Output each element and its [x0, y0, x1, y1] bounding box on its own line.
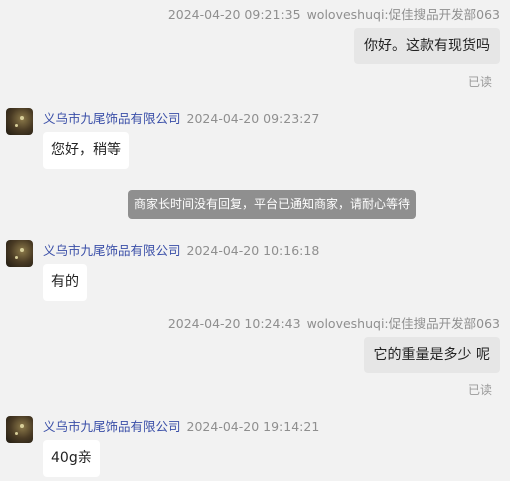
- sender-name: woloveshuqi:促佳搜品开发部063: [306, 7, 500, 22]
- shop-avatar[interactable]: [6, 108, 33, 135]
- message-timestamp: 2024-04-20 19:14:21: [186, 419, 320, 434]
- read-status: 已读: [467, 383, 492, 397]
- message-timestamp: 2024-04-20 09:21:35: [167, 7, 301, 22]
- message-timestamp: 2024-04-20 10:16:18: [186, 243, 320, 258]
- system-notice: 商家长时间没有回复，平台已通知商家，请耐心等待: [128, 190, 417, 219]
- incoming-message-bubble[interactable]: 您好，稍等: [43, 132, 129, 169]
- message-meta-incoming: 义乌市九尾饰品有限公司 2024-04-20 19:14:21: [43, 416, 319, 435]
- shop-avatar[interactable]: [6, 416, 33, 443]
- message-timestamp: 2024-04-20 10:24:43: [167, 316, 301, 331]
- shop-name[interactable]: 义乌市九尾饰品有限公司: [43, 111, 181, 126]
- sender-name: woloveshuqi:促佳搜品开发部063: [306, 316, 500, 331]
- message-meta-outgoing: 2024-04-20 09:21:35 woloveshuqi:促佳搜品开发部06…: [168, 4, 500, 23]
- message-timestamp: 2024-04-20 09:23:27: [186, 111, 320, 126]
- message-meta-outgoing: 2024-04-20 10:24:43 woloveshuqi:促佳搜品开发部06…: [168, 313, 500, 332]
- shop-name[interactable]: 义乌市九尾饰品有限公司: [43, 419, 181, 434]
- chat-history: 2024-04-20 09:21:35 woloveshuqi:促佳搜品开发部06…: [0, 0, 510, 481]
- read-status: 已读: [467, 75, 492, 89]
- shop-name[interactable]: 义乌市九尾饰品有限公司: [43, 243, 181, 258]
- outgoing-message-bubble[interactable]: 你好。这款有现货吗: [354, 28, 500, 64]
- shop-avatar[interactable]: [6, 240, 33, 267]
- outgoing-message-bubble[interactable]: 它的重量是多少 呢: [363, 337, 500, 373]
- incoming-message-bubble[interactable]: 有的: [43, 264, 87, 301]
- message-meta-incoming: 义乌市九尾饰品有限公司 2024-04-20 09:23:27: [43, 108, 319, 127]
- message-meta-incoming: 义乌市九尾饰品有限公司 2024-04-20 10:16:18: [43, 240, 319, 259]
- incoming-message-bubble[interactable]: 40g亲: [43, 440, 100, 477]
